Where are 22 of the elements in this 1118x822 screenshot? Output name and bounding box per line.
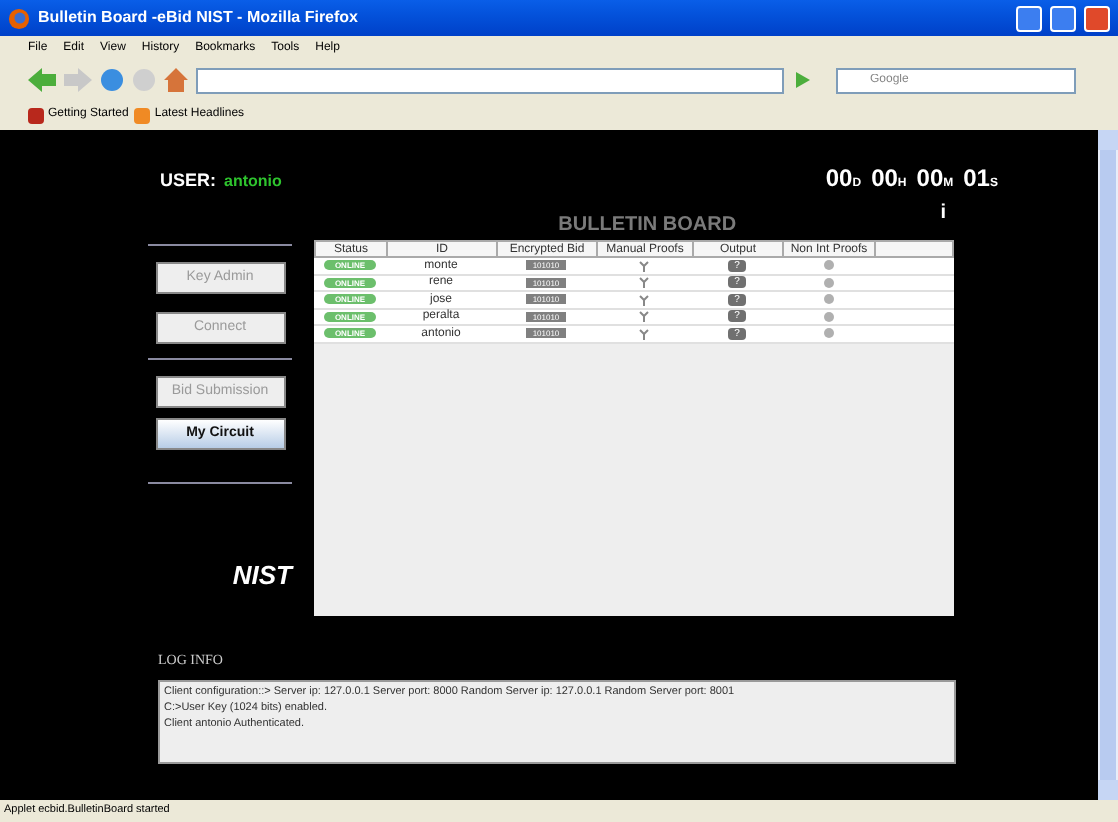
address-field[interactable] (196, 67, 784, 93)
info-icon[interactable]: i (940, 198, 954, 240)
tree-icon (638, 276, 650, 289)
nist-logo: NIST (232, 558, 292, 594)
scrollbar[interactable] (1098, 130, 1118, 800)
feed-icon (134, 107, 151, 123)
user-label: USER: (160, 168, 217, 194)
go-icon[interactable] (792, 70, 812, 90)
tree-icon (638, 293, 650, 306)
minimize-button[interactable] (1016, 5, 1042, 31)
board-title: BULLETIN BOARD (556, 212, 739, 240)
tree-icon (638, 259, 650, 272)
forward-arrow-icon[interactable] (64, 68, 92, 92)
home-icon[interactable] (164, 68, 188, 92)
user-name: antonio (224, 170, 284, 194)
close-button[interactable] (1084, 5, 1110, 31)
bookmark-icon (28, 107, 44, 123)
back-arrow-icon[interactable] (28, 68, 56, 92)
maximize-button[interactable] (1050, 5, 1076, 31)
window-title: Bulletin Board -eBid NIST - Mozilla Firefox (38, 6, 361, 30)
tree-icon (638, 327, 650, 340)
tree-icon (638, 310, 650, 323)
